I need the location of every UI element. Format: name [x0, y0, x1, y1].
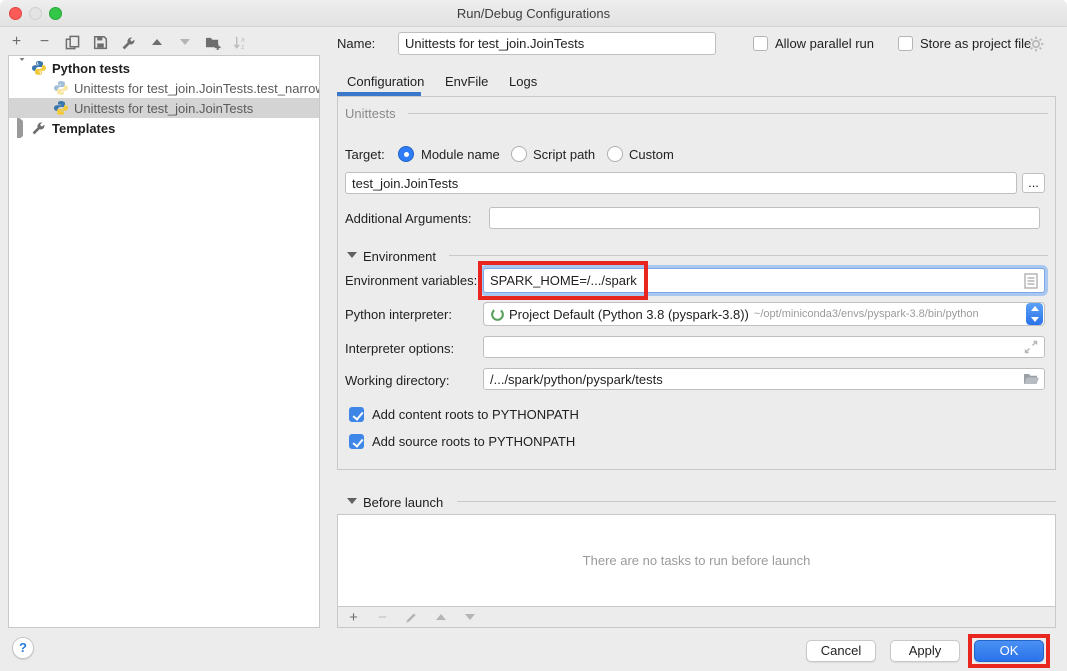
- python-icon: [53, 100, 69, 116]
- interpreter-options-label: Interpreter options:: [345, 338, 454, 360]
- tree-item-unittest-jointests[interactable]: Unittests for test_join.JoinTests: [9, 98, 319, 118]
- python-interpreter-label: Python interpreter:: [345, 304, 452, 326]
- add-content-roots-checkbox[interactable]: [349, 407, 364, 422]
- tree-item-python-tests[interactable]: Python tests: [9, 58, 319, 78]
- tab-configuration[interactable]: Configuration: [347, 68, 424, 95]
- add-content-roots-label: Add content roots to PYTHONPATH: [372, 404, 579, 426]
- close-button[interactable]: [9, 7, 22, 20]
- titlebar: Run/Debug Configurations: [0, 0, 1067, 27]
- group-divider: [408, 113, 1048, 114]
- interpreter-options-input[interactable]: [483, 336, 1045, 358]
- target-custom-label: Custom: [629, 144, 674, 166]
- python-icon: [53, 80, 69, 96]
- name-input[interactable]: [398, 32, 716, 55]
- name-label: Name:: [337, 33, 375, 55]
- environment-divider: [449, 255, 1048, 256]
- move-task-down-icon: [461, 609, 478, 626]
- select-stepper-icon[interactable]: [1026, 303, 1043, 325]
- help-label: ?: [19, 640, 27, 655]
- save-configuration-icon[interactable]: [92, 34, 109, 51]
- tab-logs[interactable]: Logs: [509, 68, 537, 95]
- working-directory-input[interactable]: [483, 368, 1045, 390]
- additional-arguments-input[interactable]: [489, 207, 1040, 229]
- target-module-name-label: Module name: [421, 144, 500, 166]
- remove-task-icon: −: [374, 609, 391, 626]
- store-as-project-file-label: Store as project file: [920, 33, 1031, 55]
- before-launch-divider: [457, 501, 1056, 502]
- window-title: Run/Debug Configurations: [457, 6, 610, 21]
- edit-variables-list-icon[interactable]: [1024, 273, 1038, 292]
- move-down-icon: [176, 34, 193, 51]
- svg-text:z: z: [241, 44, 244, 50]
- allow-parallel-run-label: Allow parallel run: [775, 33, 874, 55]
- environment-section-label: Environment: [363, 246, 436, 268]
- before-launch-task-list: There are no tasks to run before launch: [338, 515, 1055, 607]
- tree-item-label: Unittests for test_join.JoinTests: [74, 101, 253, 116]
- allow-parallel-run-checkbox[interactable]: [753, 36, 768, 51]
- environment-variables-label: Environment variables:: [345, 270, 477, 292]
- target-label: Target:: [345, 144, 385, 166]
- ok-button[interactable]: OK: [974, 640, 1044, 662]
- before-launch-section-label: Before launch: [363, 492, 443, 514]
- tree-item-label: Unittests for test_join.JoinTests.test_n…: [74, 81, 319, 96]
- help-button[interactable]: ?: [12, 637, 34, 659]
- conda-environment-icon: [490, 307, 505, 322]
- apply-button[interactable]: Apply: [890, 640, 960, 662]
- open-folder-icon[interactable]: [1023, 372, 1039, 389]
- environment-variables-input[interactable]: [483, 268, 1045, 293]
- working-directory-label: Working directory:: [345, 370, 450, 392]
- edit-templates-icon[interactable]: [120, 34, 137, 51]
- templates-wrench-icon: [31, 120, 47, 136]
- tree-item-unittest-narrow[interactable]: Unittests for test_join.JoinTests.test_n…: [9, 78, 319, 98]
- cancel-button[interactable]: Cancel: [806, 640, 876, 662]
- new-folder-icon[interactable]: [204, 34, 221, 51]
- tree-item-label: Python tests: [52, 61, 130, 76]
- expand-field-icon[interactable]: [1024, 340, 1038, 357]
- add-source-roots-checkbox[interactable]: [349, 434, 364, 449]
- remove-configuration-icon[interactable]: −: [36, 34, 53, 51]
- minimize-button: [29, 7, 42, 20]
- sort-configurations-icon: az: [232, 34, 249, 51]
- interpreter-value: Project Default (Python 3.8 (pyspark-3.8…: [509, 307, 749, 322]
- run-debug-configurations-dialog: Run/Debug Configurations + − az: [0, 0, 1067, 671]
- edit-task-icon: [403, 609, 420, 626]
- copy-configuration-icon[interactable]: [64, 34, 81, 51]
- before-launch-toolbar: + −: [338, 607, 1055, 627]
- tree-item-templates[interactable]: Templates: [9, 118, 319, 138]
- target-custom-radio[interactable]: [607, 146, 623, 162]
- environment-collapse-icon[interactable]: [347, 252, 357, 258]
- add-configuration-icon[interactable]: +: [8, 34, 25, 51]
- interpreter-path: ~/opt/miniconda3/envs/pyspark-3.8/bin/py…: [754, 308, 1022, 320]
- move-up-icon[interactable]: [148, 34, 165, 51]
- python-icon: [31, 60, 47, 76]
- move-task-up-icon: [432, 609, 449, 626]
- target-script-path-label: Script path: [533, 144, 595, 166]
- before-launch-empty-text: There are no tasks to run before launch: [583, 553, 811, 568]
- unittests-group-label: Unittests: [345, 106, 396, 121]
- target-module-name-radio[interactable]: [398, 146, 414, 162]
- python-interpreter-select[interactable]: Project Default (Python 3.8 (pyspark-3.8…: [483, 302, 1045, 326]
- chevron-right-icon[interactable]: [17, 121, 27, 136]
- chevron-down-icon[interactable]: [17, 61, 27, 76]
- svg-text:a: a: [241, 36, 245, 43]
- store-as-project-file-checkbox[interactable]: [898, 36, 913, 51]
- tree-toolbar: + − az: [8, 31, 249, 53]
- module-name-input[interactable]: [345, 172, 1017, 194]
- add-task-icon[interactable]: +: [345, 609, 362, 626]
- gear-icon[interactable]: [1028, 36, 1044, 55]
- add-source-roots-label: Add source roots to PYTHONPATH: [372, 431, 575, 453]
- tree-item-label: Templates: [52, 121, 115, 136]
- zoom-button[interactable]: [49, 7, 62, 20]
- target-script-path-radio[interactable]: [511, 146, 527, 162]
- before-launch-panel: There are no tasks to run before launch …: [337, 514, 1056, 628]
- tab-envfile[interactable]: EnvFile: [445, 68, 488, 95]
- additional-arguments-label: Additional Arguments:: [345, 208, 471, 230]
- browse-button[interactable]: ...: [1022, 173, 1045, 193]
- before-launch-collapse-icon[interactable]: [347, 498, 357, 504]
- configurations-tree: Python tests Unittests for test_join.Joi…: [8, 55, 320, 628]
